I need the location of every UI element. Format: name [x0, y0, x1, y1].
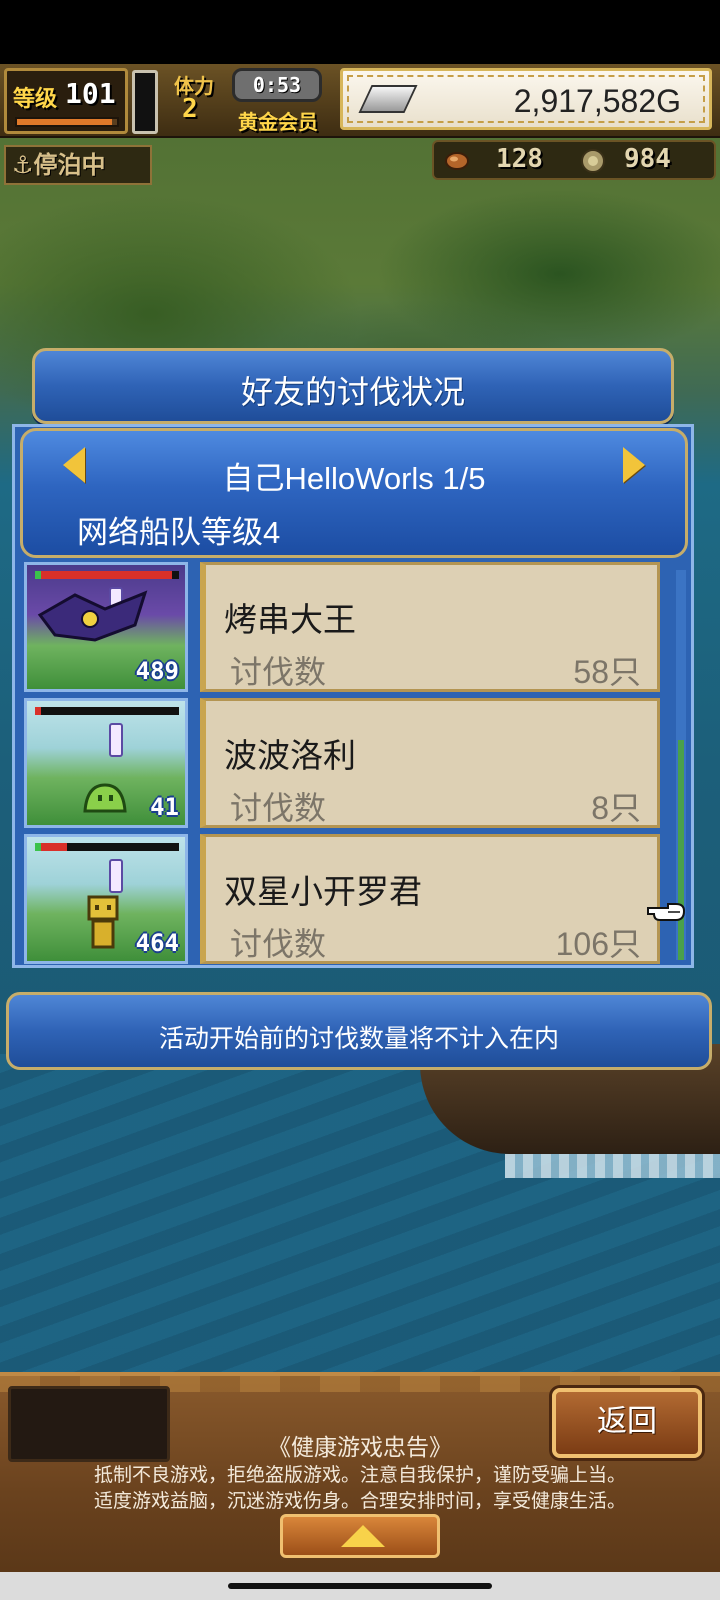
monster-count: 489 [135, 657, 179, 685]
kill-count-label: 讨伐数 [230, 926, 327, 962]
level-label: 等级 [13, 87, 58, 112]
modal-title: 好友的讨伐状况 [240, 374, 465, 410]
status-bar [0, 0, 720, 64]
resource-2-value: 984 [624, 144, 671, 174]
stamina-value: 2 [182, 94, 198, 124]
notice-bar: 活动开始前的讨伐数量将不计入在内 [6, 992, 712, 1070]
top-hud: 等级 101 体力 2 0:53 黄金会员 2,917,582G [0, 64, 720, 138]
monster-thumbnail: 41 [24, 698, 188, 828]
monster-count: 464 [135, 929, 179, 957]
health-advisory-line-1: 抵制不良游戏，拒绝盗版游戏。注意自我保护，谨防受骗上当。 [93, 1465, 626, 1486]
vip-label[interactable]: 黄金会员 [238, 106, 318, 135]
kill-count-value: 58只 [573, 654, 641, 690]
hp-bar [35, 843, 179, 851]
friend-list[interactable]: 489 烤串大王 讨伐数 58只 41 波波洛利 讨伐数 8只 464 双星小开… [22, 562, 662, 964]
level-value: 101 [65, 77, 116, 110]
monster-thumbnail: 464 [24, 834, 188, 964]
level-progress-fill [17, 119, 112, 125]
hp-bar-cap [35, 571, 41, 579]
exclamation-icon [109, 723, 123, 757]
health-advisory-title: 《健康游戏忠告》 [268, 1434, 452, 1460]
pointing-hand-icon [647, 903, 686, 921]
gold-value: 2,917,582G [513, 83, 681, 119]
stamina-gauge [132, 70, 158, 134]
friend-card[interactable]: 波波洛利 讨伐数 8只 [200, 698, 660, 828]
friend-name: 烤串大王 [224, 601, 356, 638]
gold-box[interactable]: 2,917,582G [340, 68, 712, 130]
dock-status-badge[interactable]: ⚓停泊中 [4, 145, 152, 185]
robot-monster-icon [87, 895, 119, 949]
resource-1-value: 128 [496, 144, 543, 174]
monster-count: 41 [150, 793, 179, 821]
friend-name: 双星小开罗君 [224, 873, 422, 910]
notice-text: 活动开始前的讨伐数量将不计入在内 [158, 1025, 559, 1053]
monster-thumbnail: 489 [24, 562, 188, 692]
list-item[interactable]: 464 双星小开罗君 讨伐数 106只 [22, 834, 662, 964]
friend-card[interactable]: 双星小开罗君 讨伐数 106只 [200, 834, 660, 964]
ship-foam [505, 1154, 720, 1178]
stamina-box[interactable]: 体力 2 [164, 66, 234, 136]
hp-bar-cap [35, 843, 41, 851]
list-item[interactable]: 489 烤串大王 讨伐数 58只 [22, 562, 662, 692]
friend-card[interactable]: 烤串大王 讨伐数 58只 [200, 562, 660, 692]
hp-bar-cap [35, 707, 41, 715]
hp-bar [35, 707, 179, 715]
hp-fill [35, 571, 172, 579]
list-item[interactable]: 41 波波洛利 讨伐数 8只 [22, 698, 662, 828]
friend-name: 波波洛利 [224, 737, 356, 774]
slime-monster-icon [83, 783, 127, 813]
kill-count-label: 讨伐数 [230, 790, 327, 826]
up-arrow-icon [341, 1525, 385, 1547]
resource-bar[interactable]: 128 984 [432, 140, 716, 180]
list-scrollbar-thumb[interactable] [678, 740, 684, 960]
level-progress-bar [15, 117, 119, 127]
silver-ingot-icon [358, 85, 418, 113]
kill-count-value: 8只 [591, 790, 641, 826]
seed-icon [445, 152, 469, 170]
kill-count-value: 106只 [555, 926, 641, 962]
hp-bar [35, 571, 179, 579]
kill-count-label: 讨伐数 [230, 654, 327, 690]
expand-menu-button[interactable] [280, 1514, 440, 1558]
fleet-level: 网络船队等级4 [77, 515, 281, 550]
bat-monster-icon [37, 590, 148, 642]
timer: 0:53 [232, 68, 322, 102]
level-box[interactable]: 等级 101 [4, 68, 128, 134]
player-header-card: 自己HelloWorls 1/5 网络船队等级4 [20, 428, 688, 558]
modal-title-bar: 好友的讨伐状况 [32, 348, 674, 424]
player-page-indicator: 自己HelloWorls 1/5 [222, 461, 486, 496]
next-arrow-icon[interactable] [623, 447, 645, 483]
home-indicator[interactable] [228, 1583, 492, 1589]
exclamation-icon [109, 859, 123, 893]
coin-icon [581, 149, 605, 173]
health-advisory-line-2: 适度游戏益脑，沉迷游戏伤身。合理安排时间，享受健康生活。 [93, 1491, 626, 1512]
